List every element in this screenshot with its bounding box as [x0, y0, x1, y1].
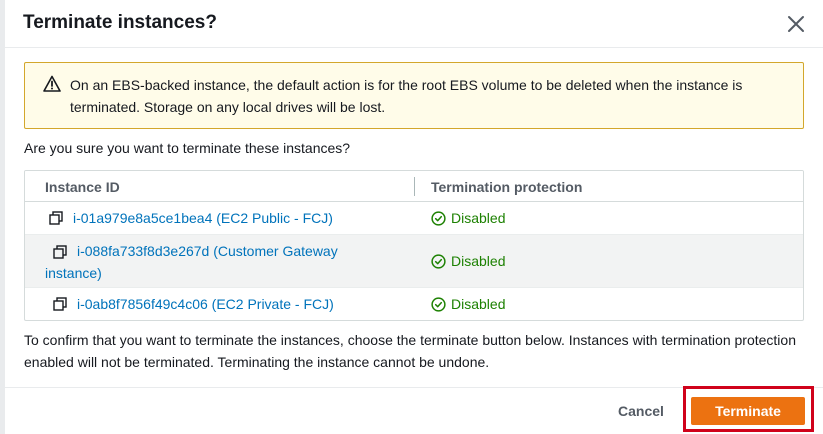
confirmation-instructions: To confirm that you want to terminate th…	[24, 332, 796, 370]
instances-table: Instance ID Termination protection i-01a…	[24, 170, 804, 321]
instance-link[interactable]: i-088fa733f8d3e267d (Customer Gateway	[77, 240, 338, 262]
terminate-modal: Terminate instances? On an EBS-backed in…	[5, 0, 823, 434]
status-label: Disabled	[451, 210, 506, 226]
check-circle-icon	[431, 210, 446, 226]
instance-link-continued[interactable]: instance)	[45, 262, 102, 284]
check-circle-icon	[431, 296, 446, 312]
terminate-button[interactable]: Terminate	[691, 397, 805, 425]
cancel-button[interactable]: Cancel	[601, 400, 681, 422]
status-label: Disabled	[451, 296, 506, 312]
warning-icon	[43, 75, 61, 92]
status-label: Disabled	[451, 253, 506, 269]
column-header-termination-protection: Termination protection	[431, 179, 583, 195]
table-header: Instance ID Termination protection	[25, 171, 803, 202]
table-row: i-088fa733f8d3e267d (Customer Gateway in…	[25, 235, 803, 288]
instance-link[interactable]: i-01a979e8a5ce1bea4 (EC2 Public - FCJ)	[73, 207, 333, 229]
termination-protection-status: Disabled	[431, 210, 505, 226]
modal-title: Terminate instances?	[23, 12, 217, 33]
warning-alert: On an EBS-backed instance, the default a…	[24, 62, 804, 129]
check-circle-icon	[431, 253, 446, 269]
copy-icon[interactable]	[53, 245, 67, 259]
table-row: i-0ab8f7856f49c4c06 (EC2 Private - FCJ) …	[25, 288, 803, 320]
confirmation-question: Are you sure you want to terminate these…	[24, 140, 351, 156]
table-row: i-01a979e8a5ce1bea4 (EC2 Public - FCJ) D…	[25, 202, 803, 235]
column-divider	[414, 177, 415, 196]
close-icon	[788, 16, 804, 32]
termination-protection-status: Disabled	[431, 296, 505, 312]
copy-icon[interactable]	[49, 211, 63, 225]
instance-link[interactable]: i-0ab8f7856f49c4c06 (EC2 Private - FCJ)	[77, 293, 334, 315]
modal-footer: Cancel Terminate	[5, 386, 823, 434]
column-header-instance-id: Instance ID	[45, 179, 120, 195]
termination-protection-status: Disabled	[431, 253, 505, 269]
copy-icon[interactable]	[53, 297, 67, 311]
warning-text: On an EBS-backed instance, the default a…	[70, 77, 743, 115]
close-button[interactable]	[784, 12, 808, 36]
modal-header: Terminate instances?	[5, 0, 823, 48]
